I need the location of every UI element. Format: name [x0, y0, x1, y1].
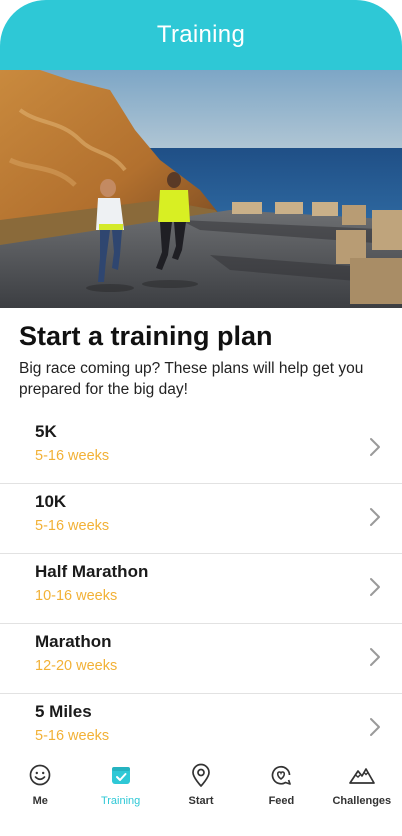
chevron-right-icon — [370, 718, 380, 736]
tab-challenges[interactable]: Challenges — [322, 752, 402, 812]
chevron-right-icon — [370, 578, 380, 596]
chevron-right-icon — [370, 648, 380, 666]
chevron-right-icon — [370, 508, 380, 526]
hero-image — [0, 70, 402, 308]
plan-duration: 5-16 weeks — [35, 448, 110, 464]
plan-duration: 12-20 weeks — [35, 658, 118, 674]
plan-name: Marathon — [35, 632, 112, 651]
calendar-check-icon — [111, 767, 130, 784]
smiley-icon — [29, 764, 51, 786]
intro-section: Start a training plan Big race coming up… — [19, 318, 389, 400]
plan-item-10k[interactable]: 10K 5-16 weeks — [0, 484, 402, 554]
section-description: Big race coming up? These plans will hel… — [19, 360, 364, 398]
page-title: Training — [156, 21, 246, 48]
plan-duration: 5-16 weeks — [35, 728, 110, 744]
plan-duration: 10-16 weeks — [35, 588, 118, 604]
heart-chat-icon — [272, 765, 292, 785]
plan-item-marathon[interactable]: Marathon 12-20 weeks — [0, 624, 402, 694]
tab-feed[interactable]: Feed — [241, 752, 321, 812]
tab-label: Training — [100, 795, 141, 807]
app-header: Training — [0, 0, 402, 70]
plan-duration: 5-16 weeks — [35, 518, 110, 534]
training-plan-list: 5K 5-16 weeks 10K 5-16 weeks Half Marath… — [0, 414, 402, 763]
plan-name: 5K — [35, 422, 57, 441]
tab-label: Challenges — [332, 795, 392, 807]
plan-name: 5 Miles — [35, 702, 92, 721]
tab-training[interactable]: Training — [80, 752, 160, 812]
plan-item-half-marathon[interactable]: Half Marathon 10-16 weeks — [0, 554, 402, 624]
tab-label: Me — [32, 795, 48, 807]
bottom-tab-bar: Me Training Start Feed Challenges — [0, 752, 402, 812]
tab-me[interactable]: Me — [0, 752, 80, 812]
plan-name: Half Marathon — [35, 562, 149, 581]
section-title: Start a training plan — [19, 321, 273, 351]
tab-label: Feed — [268, 795, 295, 807]
plan-name: 10K — [35, 492, 67, 511]
tab-label: Start — [188, 795, 214, 807]
chevron-right-icon — [370, 438, 380, 456]
mountain-icon — [348, 768, 375, 784]
map-pin-icon — [192, 763, 210, 787]
tab-start[interactable]: Start — [161, 752, 241, 812]
plan-item-5k[interactable]: 5K 5-16 weeks — [0, 414, 402, 484]
